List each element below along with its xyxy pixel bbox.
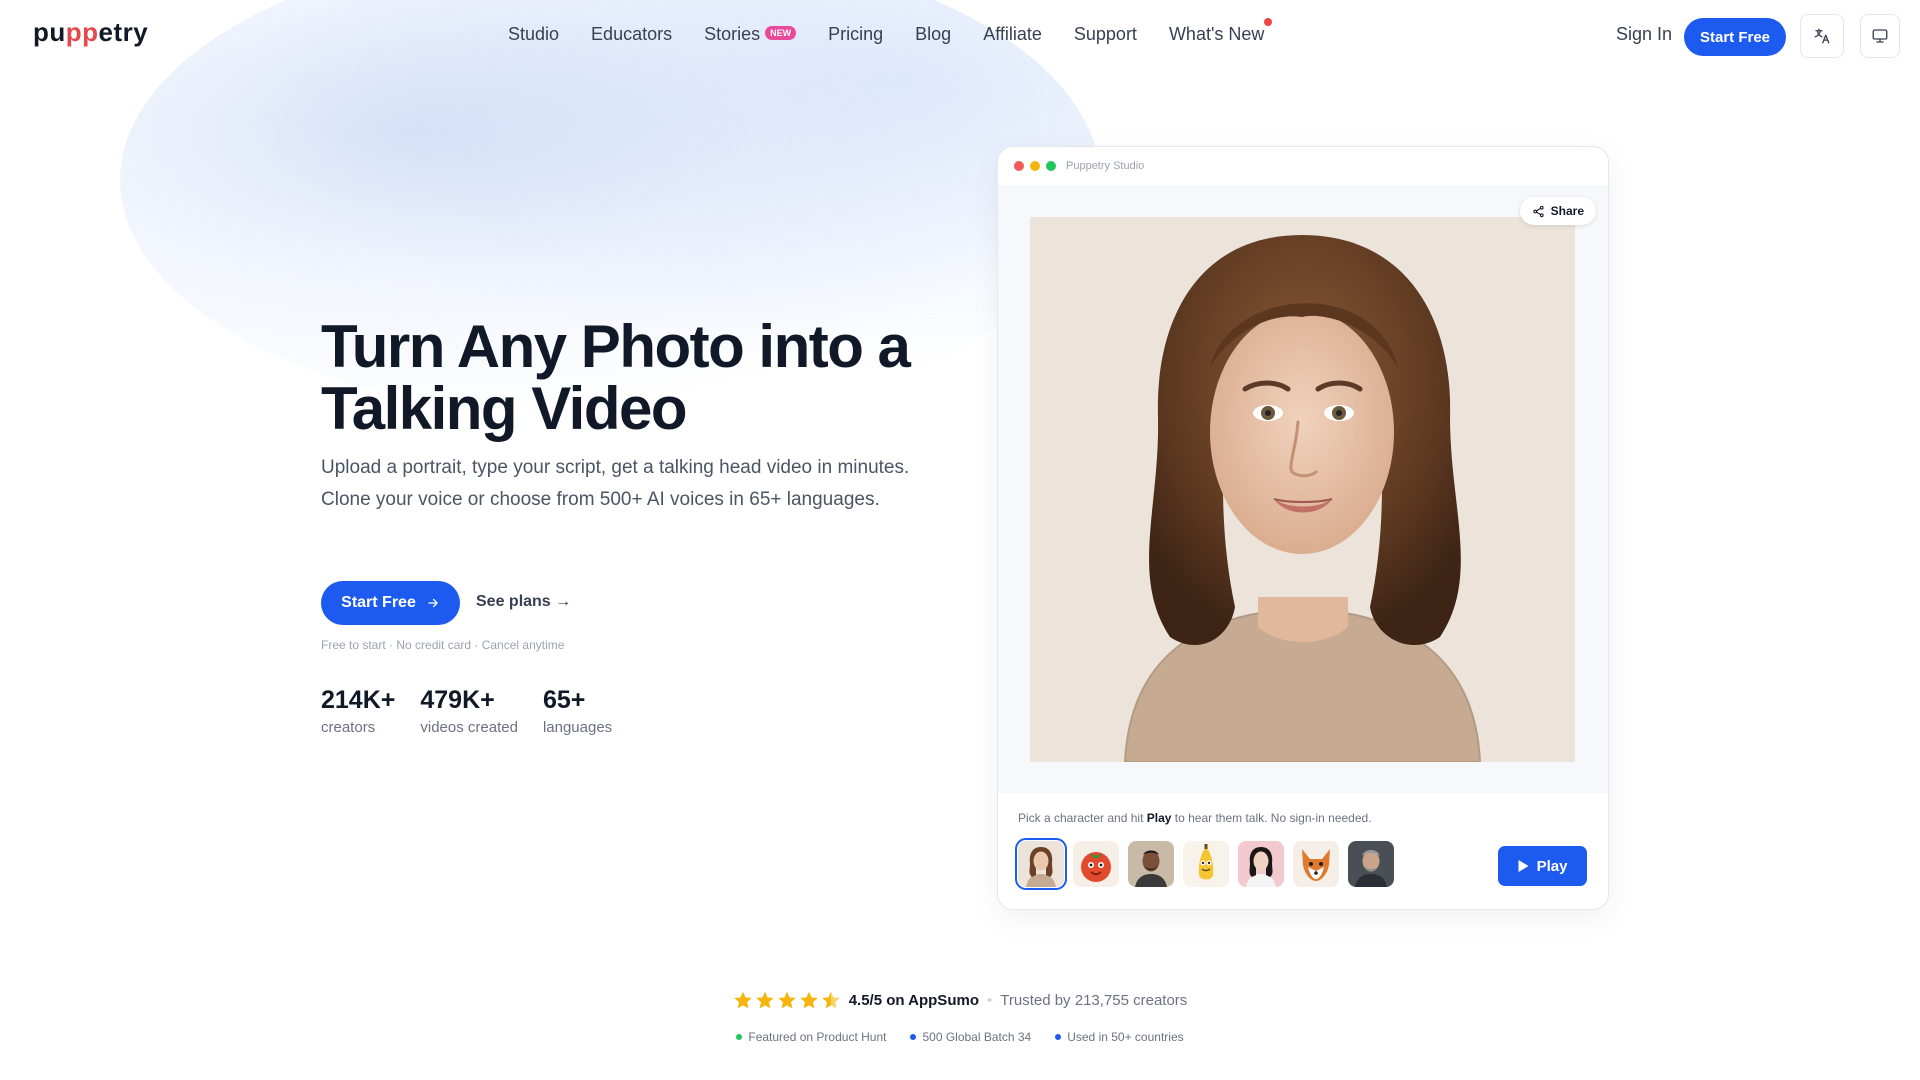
language-button[interactable] [1800,14,1844,58]
star-icon [755,991,774,1009]
character-thumb-woman[interactable] [1015,838,1067,890]
play-icon [1518,860,1529,872]
hero-stats: 214K+ creators 479K+ videos created 65+ … [321,686,612,736]
star-half-icon [821,991,840,1009]
pick-hint-bold: Play [1146,811,1172,825]
stat-creators: 214K+ creators [321,686,395,736]
feature-global-batch: 500 Global Batch 34 [910,1030,1031,1044]
character-thumb-fox[interactable] [1293,841,1339,887]
translate-icon [1814,28,1830,44]
stat-value: 214K+ [321,686,396,714]
stat-label: creators [321,719,376,736]
nav-links: Studio Educators Stories NEW Pricing Blog… [508,18,1273,45]
pick-hint-prefix: Pick a character and hit [1018,811,1147,825]
woman-2-avatar [1238,841,1284,887]
nav-link-affiliate[interactable]: Affiliate [983,24,1042,45]
rating-row: 4.5/5 on AppSumo • Trusted by 213,755 cr… [0,990,1920,1010]
play-button[interactable]: Play [1498,846,1587,886]
stat-videos: 479K+ videos created [420,686,518,736]
share-icon [1532,205,1544,217]
status-dot [1055,1034,1062,1040]
feature-countries: Used in 50+ countries [1055,1030,1184,1044]
stat-label: videos created [420,719,518,736]
star-icon [777,991,796,1009]
trusted-by-text: Trusted by 213,755 creators [1000,991,1188,1009]
man-avatar [1128,841,1174,887]
window-minimize-dot [1030,161,1040,171]
character-thumb-man[interactable] [1128,841,1174,887]
stat-label: languages [542,719,613,736]
older-man-avatar [1348,841,1394,887]
character-thumb-tomato[interactable] [1073,841,1119,887]
arrow-right-icon [428,598,438,608]
hero-start-free-button[interactable]: Start Free [321,581,460,625]
play-label: Play [1536,857,1568,875]
tomato-avatar [1073,841,1119,887]
window-close-dot [1014,161,1024,171]
character-thumb-banana[interactable] [1183,841,1229,887]
notification-dot [1264,18,1273,26]
rating-stars [733,990,841,1010]
nav-link-whats-new-label: What's New [1168,24,1265,44]
top-navigation: puppetry Studio Educators Stories NEW Pri… [0,0,1920,72]
character-thumb-woman-2[interactable] [1238,841,1284,887]
video-stage: Share [998,185,1608,793]
window-maximize-dot [1046,161,1056,171]
new-badge: NEW [765,26,797,41]
stat-value: 479K+ [420,686,495,714]
sign-in-link[interactable]: Sign In [1616,24,1672,45]
character-thumbnails [1015,838,1394,890]
character-thumb-older-man[interactable] [1348,841,1394,887]
banana-avatar [1183,841,1229,887]
woman-avatar [1018,841,1064,887]
monitor-icon [1872,29,1888,43]
nav-start-free-button[interactable]: Start Free [1684,18,1787,56]
nav-link-blog[interactable]: Blog [915,24,951,45]
hero-title: Turn Any Photo into a Talking Video [321,316,981,440]
hero-title-line-1: Turn Any Photo into a [321,313,911,380]
logo[interactable]: puppetry [33,17,148,48]
hero-fine-print: Free to start · No credit card · Cancel … [321,638,565,652]
character-picker-hint: Pick a character and hit Play to hear th… [1018,811,1372,825]
stat-value: 65+ [542,686,586,714]
hero-title-line-2: Talking Video [321,375,688,442]
separator-dot: • [986,991,993,1009]
star-icon [799,991,818,1009]
rating-text: 4.5/5 on AppSumo [848,991,979,1009]
nav-link-studio[interactable]: Studio [508,24,559,45]
nav-link-whats-new[interactable]: What's New [1168,18,1273,45]
hero-subtitle: Upload a portrait, type your script, get… [321,457,910,510]
feature-label: Featured on Product Hunt [748,1030,887,1044]
fox-avatar [1293,841,1339,887]
share-button[interactable]: Share [1519,197,1596,225]
feature-label: 500 Global Batch 34 [922,1030,1032,1044]
see-plans-link[interactable]: See plans → [476,593,571,611]
status-dot [736,1034,743,1040]
nav-link-educators[interactable]: Educators [591,24,672,45]
portrait-preview [1030,217,1575,762]
nav-link-stories-label: Stories [704,24,761,44]
nav-link-support[interactable]: Support [1074,24,1137,45]
status-dot [910,1034,917,1040]
device-preview-button[interactable] [1860,14,1900,58]
share-label: Share [1550,204,1584,218]
nav-link-stories[interactable]: Stories NEW [704,24,797,45]
woman-portrait-illustration [1030,217,1575,762]
studio-window-bar: Puppetry Studio [998,147,1608,186]
star-icon [733,991,752,1009]
studio-preview-card: Puppetry Studio Share Pick a character a… [997,146,1609,910]
pick-hint-suffix: to hear them talk. No sign-in needed. [1171,811,1372,825]
stat-languages: 65+ languages [543,686,612,736]
feature-product-hunt: Featured on Product Hunt [736,1030,886,1044]
feature-label: Used in 50+ countries [1067,1030,1184,1044]
feature-badges: Featured on Product Hunt 500 Global Batc… [0,1030,1920,1044]
hero-start-free-label: Start Free [341,594,416,611]
nav-link-pricing[interactable]: Pricing [828,24,883,45]
studio-window-title: Puppetry Studio [1066,160,1145,172]
